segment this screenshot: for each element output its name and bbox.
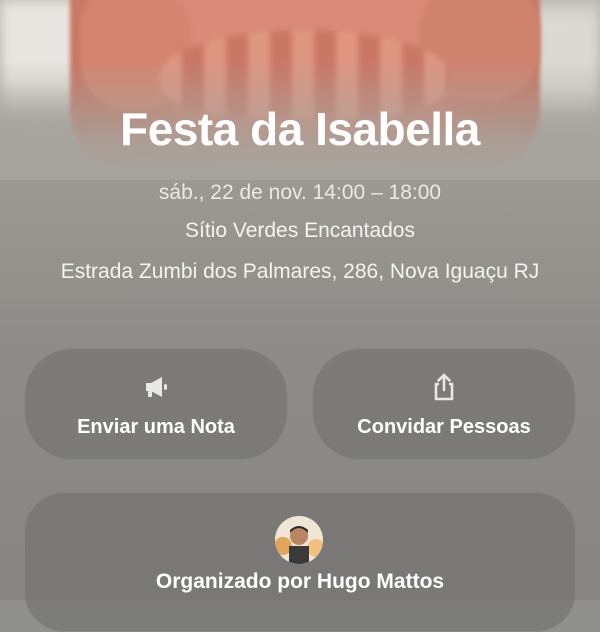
organizer-label: Organizado por Hugo Mattos — [155, 570, 445, 593]
event-datetime: sáb., 22 de nov. 14:00 – 18:00 — [158, 181, 442, 204]
event-venue[interactable]: Sítio Verdes Encantados — [0, 219, 600, 243]
invite-people-label: Convidar Pessoas — [357, 416, 531, 438]
event-address[interactable]: Estrada Zumbi dos Palmares, 286, Nova Ig… — [0, 256, 600, 287]
organizer-card[interactable]: Organizado por Hugo Mattos — [24, 492, 576, 632]
send-note-button[interactable]: Enviar uma Nota — [24, 348, 288, 460]
invite-people-button[interactable]: Convidar Pessoas — [312, 348, 576, 460]
organizer-avatar[interactable] — [275, 516, 323, 564]
send-note-label: Enviar uma Nota — [77, 416, 235, 438]
megaphone-icon — [146, 377, 167, 397]
share-icon — [434, 373, 454, 401]
event-title: Festa da Isabella — [120, 103, 480, 155]
